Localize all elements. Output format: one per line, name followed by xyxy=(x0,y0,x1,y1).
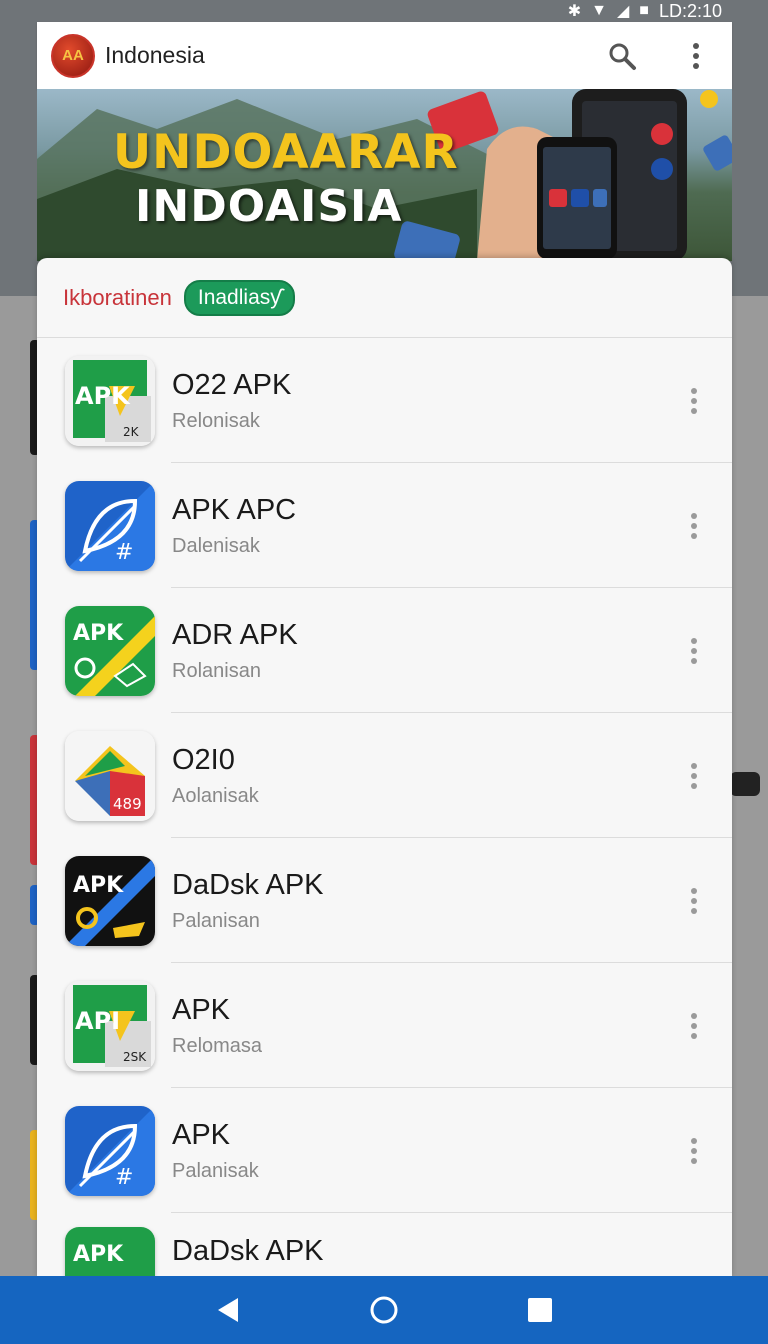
sheet-header: Ikboratinen Inadliasƴ xyxy=(37,258,732,338)
list-item[interactable]: # APK APC Dalenisak xyxy=(37,463,732,588)
apk-multicolor-icon: 489 xyxy=(65,730,155,821)
apk-green-yellow-icon: APK xyxy=(65,605,155,696)
app-title: DaDsk APK xyxy=(172,1235,324,1267)
app-title: APK APC xyxy=(172,493,297,526)
app-subtitle: Relomasa xyxy=(172,1034,263,1057)
app-subtitle: Palanisan xyxy=(172,909,260,932)
svg-text:APK: APK xyxy=(73,873,124,898)
app-title: O22 APK xyxy=(172,368,292,401)
banner-title-line2: INDOAISIA xyxy=(135,181,403,232)
wifi-icon: ▼ xyxy=(591,2,607,19)
app-list-sheet: Ikboratinen Inadliasƴ APK 2K O22 APK Rel… xyxy=(37,258,732,1278)
apk-green-icon: APK 2K xyxy=(65,355,155,446)
app-header: AA Indonesia xyxy=(37,22,732,89)
list-item[interactable]: API 2SK APK Relomasa xyxy=(37,963,732,1088)
more-vert-icon[interactable] xyxy=(674,34,718,78)
app-list: APK 2K O22 APK Relonisak # APK APC Dalen… xyxy=(37,338,732,1278)
apk-blue-icon: # xyxy=(65,1105,155,1196)
apk-green-icon: API 2SK xyxy=(65,980,155,1071)
app-title: DaDsk APK xyxy=(172,868,324,901)
more-vert-icon[interactable] xyxy=(674,1006,714,1046)
search-icon[interactable] xyxy=(600,34,644,78)
more-vert-icon[interactable] xyxy=(674,756,714,796)
app-title: ADR APK xyxy=(172,618,298,651)
apk-blue-icon: # xyxy=(65,480,155,571)
svg-text:#: # xyxy=(115,540,133,565)
app-subtitle: Palanisak xyxy=(172,1159,259,1182)
filter-chip[interactable]: Inadliasƴ xyxy=(183,279,295,316)
navigation-bar xyxy=(0,1276,768,1344)
promo-banner[interactable]: UNDOAARAR INDOAISIA xyxy=(37,89,732,261)
banner-title-line1: UNDOAARAR xyxy=(113,125,459,180)
recents-icon[interactable] xyxy=(518,1288,562,1332)
battery-icon: ■ xyxy=(639,2,649,19)
app-title: Indonesia xyxy=(105,42,205,68)
apk-black-icon: APK xyxy=(65,855,155,946)
status-bar: ✱ ▼ ◢ ■ LD:2:10 xyxy=(0,0,768,22)
more-vert-icon[interactable] xyxy=(674,381,714,421)
list-item[interactable]: APK ADR APK Rolanisan xyxy=(37,588,732,713)
background-edge xyxy=(730,772,760,796)
app-logo: AA xyxy=(51,33,95,78)
svg-text:APK: APK xyxy=(73,1242,124,1267)
svg-text:APK: APK xyxy=(73,621,124,646)
app-title: APK xyxy=(172,993,231,1026)
status-time: LD:2:10 xyxy=(658,0,722,21)
svg-text:API: API xyxy=(75,1007,120,1035)
more-vert-icon[interactable] xyxy=(674,506,714,546)
app-subtitle: Dalenisak xyxy=(172,534,260,557)
apk-green-icon: APK xyxy=(65,1227,155,1278)
app-title: APK xyxy=(172,1118,231,1151)
list-item[interactable]: # APK Palanisak xyxy=(37,1088,732,1213)
svg-text:489: 489 xyxy=(113,795,142,813)
list-item[interactable]: APK 2K O22 APK Relonisak xyxy=(37,338,732,463)
app-subtitle: Aolanisak xyxy=(172,784,259,807)
app-subtitle: Relonisak xyxy=(172,409,260,432)
app-subtitle: Rolanisan xyxy=(172,659,261,682)
svg-text:#: # xyxy=(115,1165,133,1190)
more-vert-icon[interactable] xyxy=(674,881,714,921)
svg-text:APK: APK xyxy=(75,382,131,410)
sheet-label: Ikboratinen xyxy=(63,284,172,310)
more-vert-icon[interactable] xyxy=(674,1131,714,1171)
signal-icon: ◢ xyxy=(616,3,630,20)
svg-text:2K: 2K xyxy=(123,425,140,439)
app-title: O2I0 xyxy=(172,743,235,776)
bluetooth-icon: ✱ xyxy=(567,3,582,20)
more-vert-icon[interactable] xyxy=(674,631,714,671)
list-item[interactable]: APK DaDsk APK Palanisan xyxy=(37,838,732,963)
svg-text:2SK: 2SK xyxy=(123,1050,147,1064)
list-item[interactable]: 489 O2I0 Aolanisak xyxy=(37,713,732,838)
list-item[interactable]: APK DaDsk APK xyxy=(37,1213,732,1278)
back-icon[interactable] xyxy=(206,1288,250,1332)
home-icon[interactable] xyxy=(362,1288,406,1332)
